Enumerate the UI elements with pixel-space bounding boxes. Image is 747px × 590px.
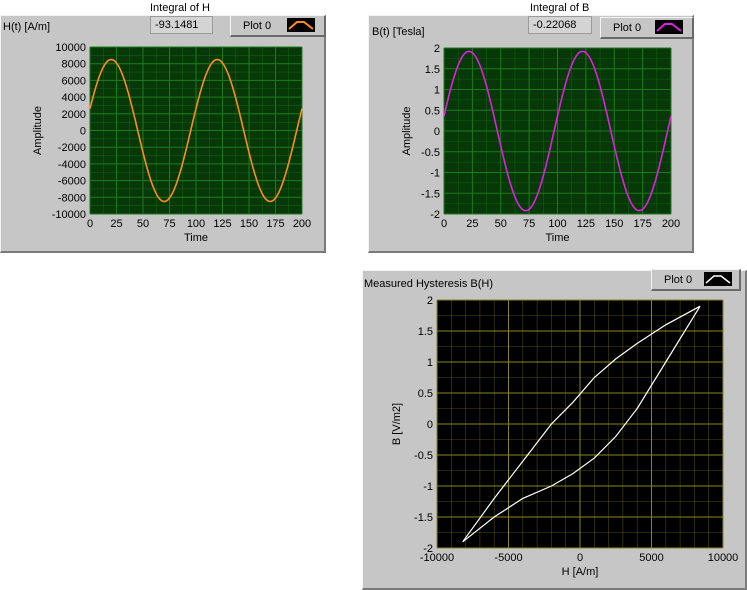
y-tick-label: 2 [427, 295, 433, 307]
y-tick-label: 0.5 [418, 388, 433, 400]
y-tick-label: -1.5 [414, 512, 433, 524]
y-tick-label: -2 [423, 543, 433, 555]
y-tick-label: -0.5 [414, 450, 433, 462]
y-tick-label: 1 [427, 357, 433, 369]
y-tick-label: 0 [427, 419, 433, 431]
hysteresis-chart: -10000 -5000 0 5000 1000021.510.50-0.5-1-1.5… [391, 295, 739, 578]
y-axis-title: B [V/m2] [391, 403, 403, 445]
x-tick-label: 10000 [708, 552, 739, 564]
x-axis-title: H [A/m] [562, 566, 599, 578]
y-tick-label: 1.5 [418, 326, 433, 338]
x-tick-label: -5000 [494, 552, 522, 564]
y-tick-label: -1 [423, 481, 433, 493]
x-tick-label: 0 [577, 552, 583, 564]
x-tick-label: 5000 [639, 552, 663, 564]
